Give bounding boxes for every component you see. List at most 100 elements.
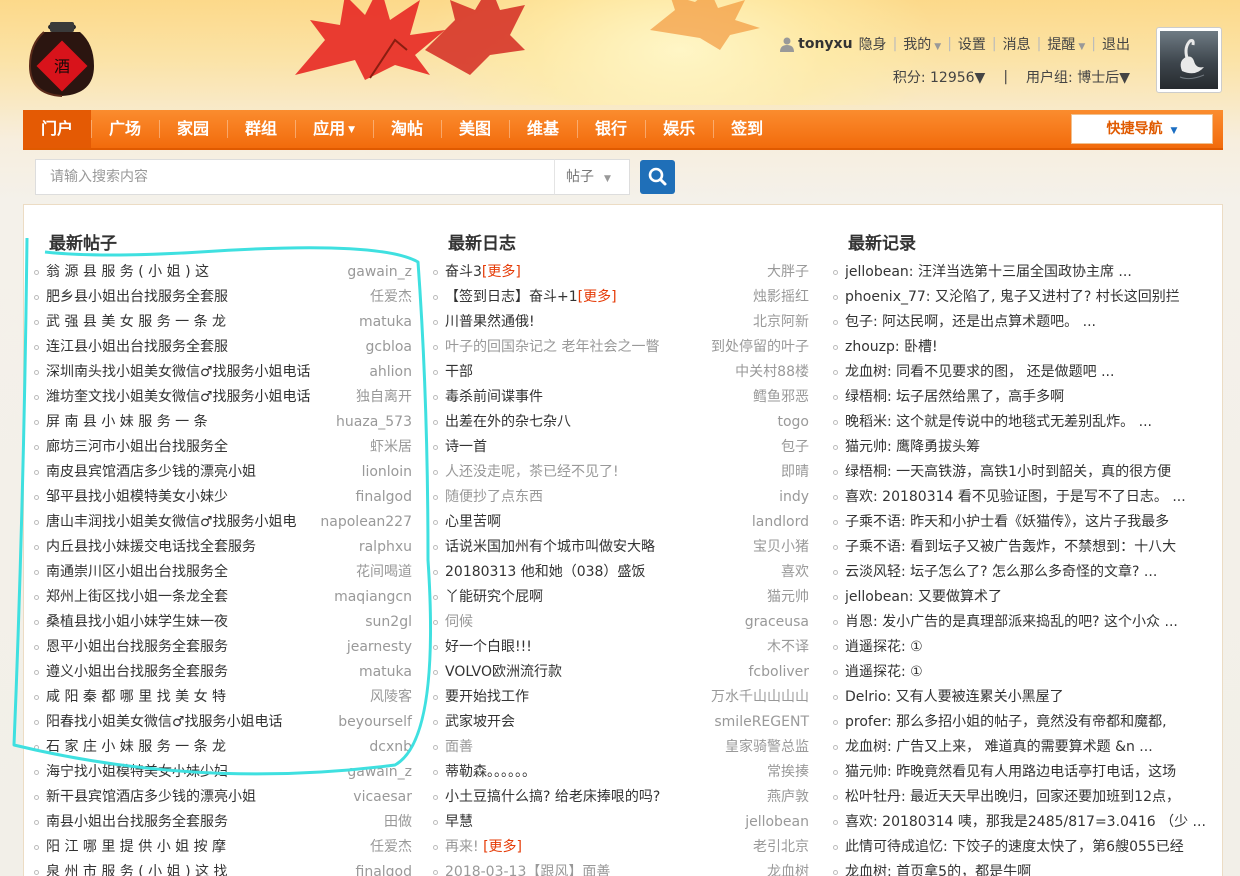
nav-entertainment[interactable]: 娱乐 xyxy=(645,110,713,148)
blog-title-link[interactable]: 毒杀前间谍事件 xyxy=(445,385,685,410)
post-title-link[interactable]: 潍坊奎文找小姐美女微信♂找服务小姐电话 xyxy=(46,385,336,410)
post-title-link[interactable]: 郑州上街区找小姐一条龙全套 xyxy=(46,585,336,610)
record-link[interactable]: 子乘不语: 昨天和小护士看《妖猫传》，这片子我最多 xyxy=(845,510,1209,535)
record-link[interactable]: 逍遥探花: ① xyxy=(845,660,1209,685)
blog-author-link[interactable]: jellobean xyxy=(745,810,809,835)
blog-title-link[interactable]: 再来! [更多] xyxy=(445,835,685,860)
search-input[interactable] xyxy=(36,160,554,194)
blog-title-link[interactable]: 蒂勒森。。。。。。 xyxy=(445,760,685,785)
post-author-link[interactable]: vicaesar xyxy=(353,785,412,810)
post-title-link[interactable]: 屏 南 县 小 妹 服 务 一 条 xyxy=(46,410,336,435)
post-author-link[interactable]: 风陵客 xyxy=(370,685,412,710)
post-author-link[interactable]: napolean227 xyxy=(320,510,412,535)
post-author-link[interactable]: finalgod xyxy=(356,860,413,876)
record-link[interactable]: 龙血树: 首页拿5的，都是牛啊 xyxy=(845,860,1209,876)
nav-collections[interactable]: 淘帖 xyxy=(373,110,441,148)
blog-author-link[interactable]: 宝贝小猪 xyxy=(753,535,809,560)
post-author-link[interactable]: 任爱杰 xyxy=(370,285,412,310)
post-author-link[interactable]: huaza_573 xyxy=(336,410,412,435)
record-link[interactable]: 包子: 阿达民啊，还是出点算术题吧。 ... xyxy=(845,310,1209,335)
blog-title-link[interactable]: 2018-03-13【跟风】面善 xyxy=(445,860,685,876)
blog-author-link[interactable]: landlord xyxy=(752,510,809,535)
post-title-link[interactable]: 唐山丰润找小姐美女微信♂找服务小姐电 xyxy=(46,510,336,535)
record-link[interactable]: 猫元帅: 鹰降勇拔头筹 xyxy=(845,435,1209,460)
blog-title-link[interactable]: 奋斗3[更多] xyxy=(445,260,685,285)
record-link[interactable]: 龙血树: 同看不见要求的图， 还是做题吧 ... xyxy=(845,360,1209,385)
record-link[interactable]: 喜欢: 20180314 咦，那我是2485/817=3.0416 （少 ... xyxy=(845,810,1209,835)
more-link[interactable]: [更多] xyxy=(482,264,521,280)
blog-author-link[interactable]: 大胖子 xyxy=(767,260,809,285)
blog-author-link[interactable]: 到处停留的叶子 xyxy=(711,335,809,360)
blog-title-link[interactable]: 叶子的回国杂记之 老年社会之一瞥 xyxy=(445,335,685,360)
blog-author-link[interactable]: 北京阿新 xyxy=(753,310,809,335)
avatar[interactable] xyxy=(1156,27,1222,93)
record-link[interactable]: 猫元帅: 昨晚竟然看见有人用路边电话亭打电话，这场 xyxy=(845,760,1209,785)
post-title-link[interactable]: 阳春找小姐美女微信♂找服务小姐电话 xyxy=(46,710,336,735)
blog-title-link[interactable]: 小土豆搞什么搞? 给老床捧哏的吗? xyxy=(445,785,685,810)
record-link[interactable]: jellobean: 汪洋当选第十三届全国政协主席 ... xyxy=(845,260,1209,285)
post-title-link[interactable]: 连江县小姐出台找服务全套服 xyxy=(46,335,336,360)
blog-title-link[interactable]: 好一个白眼!!! xyxy=(445,635,685,660)
record-link[interactable]: Delrio: 又有人要被连累关小黑屋了 xyxy=(845,685,1209,710)
search-button[interactable] xyxy=(640,160,675,194)
blog-author-link[interactable]: graceusa xyxy=(745,610,809,635)
post-title-link[interactable]: 邹平县找小姐模特美女小妹少 xyxy=(46,485,336,510)
record-link[interactable]: 松叶牡丹: 最近天天早出晚归，回家还要加班到12点， xyxy=(845,785,1209,810)
post-title-link[interactable]: 海宁找小姐模特美女小妹少妇 xyxy=(46,760,336,785)
blog-author-link[interactable]: 猫元帅 xyxy=(767,585,809,610)
blog-title-link[interactable]: 随便抄了点东西 xyxy=(445,485,685,510)
post-author-link[interactable]: matuka xyxy=(359,310,412,335)
post-author-link[interactable]: dcxnb xyxy=(369,735,412,760)
post-title-link[interactable]: 阳 江 哪 里 提 供 小 姐 按 摩 xyxy=(46,835,336,860)
post-author-link[interactable]: matuka xyxy=(359,660,412,685)
post-title-link[interactable]: 廊坊三河市小姐出台找服务全 xyxy=(46,435,336,460)
blog-title-link[interactable]: 丫能研究个屁啊 xyxy=(445,585,685,610)
blog-author-link[interactable]: 鳕鱼邪恶 xyxy=(753,385,809,410)
blog-author-link[interactable]: 烛影摇红 xyxy=(753,285,809,310)
record-link[interactable]: 绿梧桐: 坛子居然给黑了，高手多啊 xyxy=(845,385,1209,410)
blog-author-link[interactable]: 龙血树 xyxy=(767,860,809,876)
nav-wiki[interactable]: 维基 xyxy=(509,110,577,148)
post-title-link[interactable]: 翁 源 县 服 务 ( 小 姐 ) 这 xyxy=(46,260,336,285)
blog-author-link[interactable]: 即晴 xyxy=(781,460,809,485)
blog-author-link[interactable]: indy xyxy=(779,485,809,510)
record-link[interactable]: 云淡风轻: 坛子怎么了? 怎么那么多奇怪的文章? ... xyxy=(845,560,1209,585)
logout-link[interactable]: 退出 xyxy=(1102,34,1130,54)
post-title-link[interactable]: 武 强 县 美 女 服 务 一 条 龙 xyxy=(46,310,336,335)
post-title-link[interactable]: 肥乡县小姐出台找服务全套服 xyxy=(46,285,336,310)
blog-title-link[interactable]: 【签到日志】奋斗+1[更多] xyxy=(445,285,685,310)
record-link[interactable]: 此情可待成追忆: 下饺子的速度太快了，第6艘055已经 xyxy=(845,835,1209,860)
blog-author-link[interactable]: 常挨揍 xyxy=(767,760,809,785)
post-author-link[interactable]: ralphxu xyxy=(359,535,412,560)
post-author-link[interactable]: beyourself xyxy=(338,710,412,735)
nav-apps[interactable]: 应用 ▼ xyxy=(295,110,373,148)
blog-author-link[interactable]: 包子 xyxy=(781,435,809,460)
my-menu[interactable]: 我的 ▼ xyxy=(903,34,941,54)
blog-author-link[interactable]: 燕庐敦 xyxy=(767,785,809,810)
usergroup-menu[interactable]: 用户组: 博士后▼ xyxy=(1026,67,1130,87)
post-author-link[interactable]: maqiangcn xyxy=(334,585,412,610)
blog-author-link[interactable]: togo xyxy=(777,410,809,435)
record-link[interactable]: 逍遥探花: ① xyxy=(845,635,1209,660)
blog-author-link[interactable]: 老引北京 xyxy=(753,835,809,860)
blog-title-link[interactable]: 心里苦啊 xyxy=(445,510,685,535)
blog-title-link[interactable]: VOLVO欧洲流行款 xyxy=(445,660,685,685)
blog-title-link[interactable]: 要开始找工作 xyxy=(445,685,685,710)
post-title-link[interactable]: 新干县宾馆酒店多少钱的漂亮小姐 xyxy=(46,785,336,810)
post-title-link[interactable]: 深圳南头找小姐美女微信♂找服务小姐电话 xyxy=(46,360,336,385)
post-title-link[interactable]: 遵义小姐出台找服务全套服务 xyxy=(46,660,336,685)
nav-pictures[interactable]: 美图 xyxy=(441,110,509,148)
blog-author-link[interactable]: smileREGENT xyxy=(714,710,809,735)
post-author-link[interactable]: ahlion xyxy=(369,360,412,385)
post-author-link[interactable]: gawain_z xyxy=(347,260,412,285)
post-title-link[interactable]: 恩平小姐出台找服务全套服务 xyxy=(46,635,336,660)
record-link[interactable]: phoenix_77: 又沦陷了, 鬼子又进村了? 村长这回别拦 xyxy=(845,285,1209,310)
record-link[interactable]: jellobean: 又要做算术了 xyxy=(845,585,1209,610)
post-author-link[interactable]: 田做 xyxy=(384,810,412,835)
nav-portal[interactable]: 门户 xyxy=(23,110,92,148)
post-title-link[interactable]: 咸 阳 秦 都 哪 里 找 美 女 特 xyxy=(46,685,336,710)
blog-title-link[interactable]: 干部 xyxy=(445,360,685,385)
blog-title-link[interactable]: 20180313 他和她（038）盛饭 xyxy=(445,560,685,585)
record-link[interactable]: 龙血树: 广告又上来， 难道真的需要算术题 &n ... xyxy=(845,735,1209,760)
search-type-select[interactable]: 帖子 ▼ xyxy=(554,159,630,195)
